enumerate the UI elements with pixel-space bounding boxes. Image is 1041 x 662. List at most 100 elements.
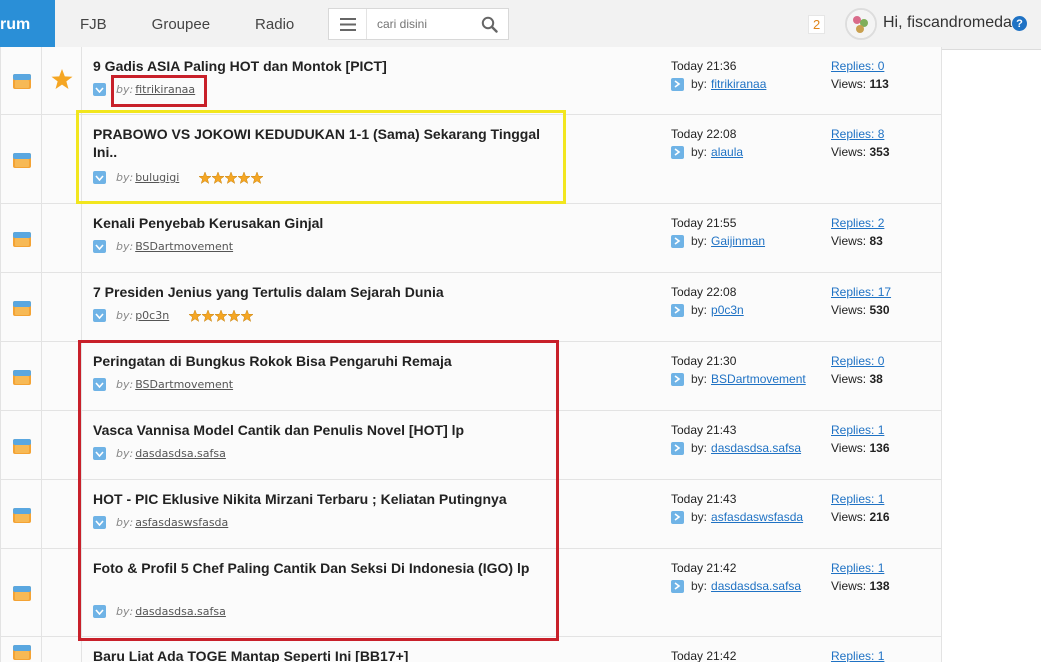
rating-star-icon (189, 309, 202, 322)
last-post-time: Today 21:30 (671, 354, 737, 368)
thread-author-link[interactable]: dasdasdsa.safsa (135, 605, 226, 618)
rating-star-icon (251, 171, 264, 184)
dropdown-toggle-icon[interactable] (93, 240, 106, 253)
notification-badge[interactable]: 2 (808, 15, 826, 34)
dropdown-toggle-icon[interactable] (93, 605, 106, 618)
go-to-last-post-icon[interactable] (671, 303, 684, 317)
thread-title[interactable]: 9 Gadis ASIA Paling HOT dan Montok [PICT… (93, 57, 553, 75)
replies-link[interactable]: Replies: 1 (831, 423, 884, 437)
thread-main-cell: Foto & Profil 5 Chef Paling Cantik Dan S… (82, 549, 660, 636)
thread-author-line: by: bulugigi (93, 171, 264, 184)
views-value: 136 (869, 441, 890, 455)
last-post-time: Today 21:36 (671, 59, 737, 73)
thread-author-link[interactable]: BSDartmovement (135, 378, 233, 391)
thread-stats-cell: Replies: 1 (820, 637, 942, 662)
thread-author-link[interactable]: dasdasdsa.safsa (135, 447, 226, 460)
hamburger-menu-button[interactable] (329, 9, 367, 39)
dropdown-toggle-icon[interactable] (93, 516, 106, 529)
thread-title[interactable]: Vasca Vannisa Model Cantik dan Penulis N… (93, 421, 553, 439)
last-post-by-label: by: (691, 372, 708, 386)
thread-stats-cell: Replies: 1 Views: 138 (820, 549, 942, 636)
thread-author-link[interactable]: asfasdaswsfasda (135, 516, 228, 529)
replies-link[interactable]: Replies: 8 (831, 127, 884, 141)
thread-main-cell: 9 Gadis ASIA Paling HOT dan Montok [PICT… (82, 47, 660, 114)
thread-sticky-cell (42, 637, 82, 662)
thread-author-link[interactable]: p0c3n (135, 309, 169, 322)
last-post-by: by: asfasdaswsfasda (671, 510, 803, 524)
by-label: by: (116, 240, 134, 253)
go-to-last-post-icon[interactable] (671, 77, 684, 91)
views-label: Views: (831, 441, 867, 455)
views-label: Views: (831, 77, 867, 91)
last-post-by: by: dasdasdsa.safsa (671, 579, 801, 593)
last-post-user-link[interactable]: Gaijinman (711, 234, 765, 248)
thread-title[interactable]: Baru Liat Ada TOGE Mantap Seperti Ini [B… (93, 647, 553, 662)
thread-title[interactable]: Peringatan di Bungkus Rokok Bisa Pengaru… (93, 352, 553, 370)
thread-last-post-cell: Today 21:36 by: fitrikiranaa (660, 47, 820, 114)
replies-link[interactable]: Replies: 1 (831, 561, 884, 575)
thread-status-cell (0, 342, 42, 410)
avatar[interactable] (845, 8, 877, 40)
thread-last-post-cell: Today 21:42 by: dasdasdsa.safsa (660, 549, 820, 636)
go-to-last-post-icon[interactable] (671, 372, 684, 386)
thread-stats-cell: Replies: 2 Views: 83 (820, 204, 942, 272)
rating-stars (199, 171, 264, 184)
nav-item-fjb[interactable]: FJB (80, 16, 107, 33)
dropdown-toggle-icon[interactable] (93, 378, 106, 391)
go-to-last-post-icon[interactable] (671, 579, 684, 593)
thread-author-link[interactable]: fitrikiranaa (135, 83, 195, 96)
nav-item-forum[interactable]: rum (0, 0, 55, 50)
thread-title[interactable]: 7 Presiden Jenius yang Tertulis dalam Se… (93, 283, 553, 301)
go-to-last-post-icon[interactable] (671, 441, 684, 455)
thread-title[interactable]: Foto & Profil 5 Chef Paling Cantik Dan S… (93, 559, 553, 577)
last-post-user-link[interactable]: fitrikiranaa (711, 77, 766, 91)
dropdown-toggle-icon[interactable] (93, 83, 106, 96)
last-post-user-link[interactable]: alaula (711, 145, 743, 159)
last-post-time: Today 21:43 (671, 492, 737, 506)
thread-title[interactable]: PRABOWO VS JOKOWI KEDUDUKAN 1-1 (Sama) S… (93, 125, 553, 161)
user-greeting[interactable]: Hi, fiscandromeda (883, 14, 1012, 32)
thread-title[interactable]: HOT - PIC Eklusive Nikita Mirzani Terbar… (93, 490, 553, 508)
nav-item-radio[interactable]: Radio (255, 16, 294, 33)
nav-item-groupee[interactable]: Groupee (152, 16, 210, 33)
dropdown-toggle-icon[interactable] (93, 309, 106, 322)
thread-author-line: by: dasdasdsa.safsa (93, 605, 226, 618)
help-icon[interactable]: ? (1012, 16, 1027, 31)
thread-author-link[interactable]: BSDartmovement (135, 240, 233, 253)
search-input[interactable] (367, 10, 467, 38)
thread-main-cell: HOT - PIC Eklusive Nikita Mirzani Terbar… (82, 480, 660, 548)
by-label: by: (116, 605, 134, 618)
thread-author-link[interactable]: bulugigi (135, 171, 179, 184)
dropdown-toggle-icon[interactable] (93, 447, 106, 460)
thread-title[interactable]: Kenali Penyebab Kerusakan Ginjal (93, 214, 553, 232)
last-post-by: by: dasdasdsa.safsa (671, 441, 801, 455)
go-to-last-post-icon[interactable] (671, 510, 684, 524)
replies-link[interactable]: Replies: 2 (831, 216, 884, 230)
go-to-last-post-icon[interactable] (671, 145, 684, 159)
replies-link[interactable]: Replies: 1 (831, 492, 884, 506)
replies-link[interactable]: Replies: 0 (831, 59, 884, 73)
replies-link[interactable]: Replies: 0 (831, 354, 884, 368)
last-post-user-link[interactable]: dasdasdsa.safsa (711, 441, 801, 455)
thread-main-cell: Baru Liat Ada TOGE Mantap Seperti Ini [B… (82, 637, 660, 662)
replies-link[interactable]: Replies: 17 (831, 285, 891, 299)
by-label: by: (116, 309, 134, 322)
thread-last-post-cell: Today 22:08 by: p0c3n (660, 273, 820, 341)
thread-author-line: by: asfasdaswsfasda (93, 516, 228, 529)
last-post-user-link[interactable]: p0c3n (711, 303, 744, 317)
rating-star-icon (212, 171, 225, 184)
last-post-user-link[interactable]: asfasdaswsfasda (711, 510, 803, 524)
search-icon[interactable] (481, 16, 498, 33)
views-count: Views: 353 (831, 145, 890, 159)
thread-last-post-cell: Today 21:43 by: asfasdaswsfasda (660, 480, 820, 548)
go-to-last-post-icon[interactable] (671, 234, 684, 248)
thread-sticky-cell (42, 480, 82, 548)
replies-link[interactable]: Replies: 1 (831, 649, 884, 662)
thread-main-cell: PRABOWO VS JOKOWI KEDUDUKAN 1-1 (Sama) S… (82, 115, 660, 203)
thread-status-cell (0, 411, 42, 479)
dropdown-toggle-icon[interactable] (93, 171, 106, 184)
views-value: 38 (869, 372, 883, 386)
last-post-user-link[interactable]: BSDartmovement (711, 372, 806, 386)
last-post-user-link[interactable]: dasdasdsa.safsa (711, 579, 801, 593)
thread-stats-cell: Replies: 1 Views: 136 (820, 411, 942, 479)
